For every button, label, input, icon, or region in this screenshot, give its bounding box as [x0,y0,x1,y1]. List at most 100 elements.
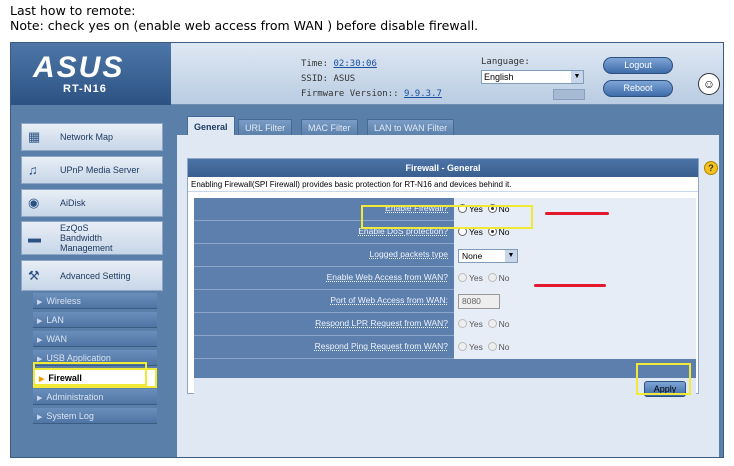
row-logged-packets: Logged packets type None ▼ [194,244,696,267]
sidebar-item-network-map[interactable]: ▦ Network Map [21,123,163,151]
firewall-no-radio[interactable] [487,204,497,213]
ping-yes-radio[interactable] [458,342,467,351]
router-admin-window: ASUS RT-N16 Time: 02:30:06 SSID: ASUS Fi… [10,42,724,458]
sidebar-subitem-wan[interactable]: ▶ WAN [33,331,157,347]
firewall-yes-radio[interactable] [458,204,467,213]
time-label: Time: [301,59,329,69]
row-label: Respond LPR Request from WAN? [315,318,448,328]
row-value: Yes No [454,313,696,336]
sidebar-item-label: EzQoS Bandwidth Management [60,223,113,253]
radio-label: Yes [469,273,483,283]
arrow-right-icon: ▶ [37,299,43,306]
logo-area: ASUS RT-N16 [11,43,171,105]
time-value-link[interactable]: 02:30:06 [334,59,377,69]
header-bar: ASUS RT-N16 Time: 02:30:06 SSID: ASUS Fi… [11,43,723,105]
subitem-label: Firewall [48,373,82,383]
language-select[interactable]: English ▼ [481,70,584,84]
firmware-label: Firmware Version:: [301,89,399,99]
lpr-no-radio[interactable] [487,319,497,328]
web-access-no-radio[interactable] [487,273,497,282]
subitem-label: Administration [46,392,104,402]
logged-packets-select[interactable]: None ▼ [458,248,518,263]
row-label: Respond Ping Request from WAN? [314,341,448,351]
arrow-right-icon: ▶ [39,376,45,383]
sidebar-subitem-firewall[interactable]: ▶ Firewall [33,368,157,388]
red-underline-firewall [545,212,609,215]
sidebar-subitem-administration[interactable]: ▶ Administration [33,389,157,405]
arrow-right-icon: ▶ [37,395,43,402]
subitem-label: Wireless [46,296,81,306]
settings-form: Enable Firewall? Yes No Enable DoS prote… [194,198,696,378]
tab-general[interactable]: General [187,116,235,136]
reboot-button[interactable]: Reboot [603,80,673,97]
sidebar-item-advanced-setting[interactable]: ⚒ Advanced Setting [21,260,163,291]
language-value: English [484,72,514,82]
row-enable-firewall: Enable Firewall? Yes No [194,198,696,221]
panel-title: Firewall - General [188,159,698,177]
model-name: RT-N16 [63,83,107,95]
apply-row: Apply [194,378,696,404]
router-info: Time: 02:30:06 SSID: ASUS Firmware Versi… [301,57,442,102]
web-access-yes-radio[interactable] [458,273,467,282]
radio-label: No [498,342,510,352]
sidebar-item-label: Network Map [60,132,114,142]
row-value: 8080 [454,290,696,313]
sidebar-subitem-lan[interactable]: ▶ LAN [33,312,157,328]
tab-lan-to-wan-filter[interactable]: LAN to WAN Filter [367,119,455,136]
radio-label: No [498,227,510,237]
apply-button[interactable]: Apply [644,381,686,397]
subitem-label: USB Application [46,353,111,363]
panel-description: Enabling Firewall(SPI Firewall) provides… [188,177,698,192]
row-value: Yes No [454,221,696,244]
note-line-1: Last how to remote: [10,3,136,18]
qos-icon: ▬ [28,230,41,246]
subitem-label: System Log [46,411,94,421]
sidebar-item-ezqos[interactable]: ▬ EzQoS Bandwidth Management [21,221,163,255]
advanced-setting-icon: ⚒ [28,267,40,283]
dos-no-radio[interactable] [487,227,497,236]
radio-label: No [498,273,510,283]
radio-label: No [498,204,510,214]
row-label: Enable Web Access from WAN? [326,272,448,282]
sidebar-subitem-wireless[interactable]: ▶ Wireless [33,293,157,309]
sidebar-item-label: UPnP Media Server [60,165,140,175]
help-icon[interactable]: ? [704,161,718,175]
row-value: Yes No [454,336,696,359]
tab-url-filter[interactable]: URL Filter [238,119,293,136]
aidisk-icon: ◉ [28,195,40,210]
chevron-down-icon: ▼ [571,71,583,83]
row-label: Enable DoS protection? [358,226,448,236]
arrow-right-icon: ▶ [37,356,43,363]
asus-logo: ASUS [33,51,125,84]
language-apply-button[interactable] [553,89,585,100]
media-server-icon: ♫ [28,162,38,178]
radio-label: Yes [469,204,483,214]
web-access-port-input[interactable]: 8080 [458,294,500,310]
ssid-label: SSID: [301,74,329,84]
sidebar-item-aidisk[interactable]: ◉ AiDisk [21,189,163,217]
radio-label: Yes [469,319,483,329]
firmware-link[interactable]: 9.9.3.7 [404,89,442,99]
lpr-yes-radio[interactable] [458,319,467,328]
subitem-label: LAN [46,315,64,325]
sidebar-item-upnp[interactable]: ♫ UPnP Media Server [21,156,163,184]
ssid-value: ASUS [333,74,356,84]
row-dos-protection: Enable DoS protection? Yes No [194,221,696,244]
mascot-icon: ☺ [698,73,720,95]
sidebar-subitem-usb-application[interactable]: ▶ USB Application [33,350,157,366]
radio-label: Yes [469,342,483,352]
row-web-access-wan: Enable Web Access from WAN? Yes No [194,267,696,290]
row-label: Enable Firewall? [385,203,448,213]
row-ping-request: Respond Ping Request from WAN? Yes No [194,336,696,359]
sidebar-subitem-system-log[interactable]: ▶ System Log [33,408,157,424]
row-label: Port of Web Access from WAN: [330,295,448,305]
row-value: None ▼ [454,244,696,267]
red-underline-web-access [534,284,606,287]
logout-button[interactable]: Logout [603,57,673,74]
radio-label: No [498,319,510,329]
language-label: Language: [481,57,530,67]
dos-yes-radio[interactable] [458,227,467,236]
tab-mac-filter[interactable]: MAC Filter [301,119,358,136]
ping-no-radio[interactable] [487,342,497,351]
network-map-icon: ▦ [28,129,41,144]
